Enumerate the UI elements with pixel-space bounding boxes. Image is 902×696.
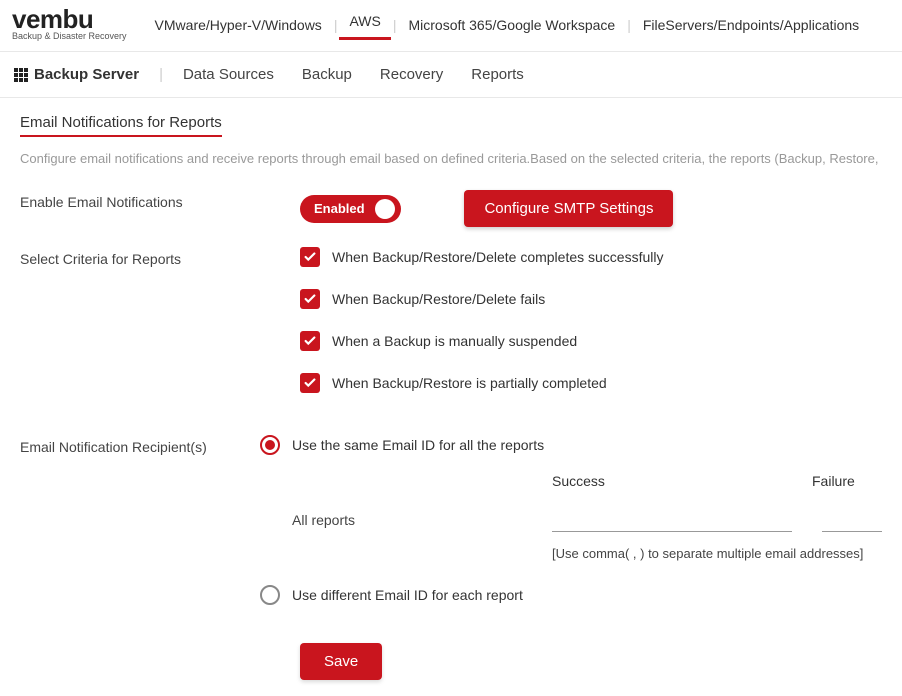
backup-server-label[interactable]: Backup Server xyxy=(14,66,139,83)
criteria-label: When Backup/Restore/Delete fails xyxy=(332,291,545,307)
email-table: Success Failure All reports [Use comma( … xyxy=(292,473,882,561)
enable-toggle[interactable]: Enabled xyxy=(300,195,401,223)
secnav-recovery[interactable]: Recovery xyxy=(366,62,457,87)
criteria-label: When Backup/Restore/Delete completes suc… xyxy=(332,249,663,265)
criteria-list: When Backup/Restore/Delete completes suc… xyxy=(300,247,882,415)
second-bar: Backup Server | Data Sources Backup Reco… xyxy=(0,51,902,98)
topnav-m365[interactable]: Microsoft 365/Google Workspace xyxy=(398,13,625,37)
col-failure: Failure xyxy=(812,473,855,489)
check-icon xyxy=(303,376,317,390)
spacer xyxy=(292,473,552,489)
criteria-label: When a Backup is manually suspended xyxy=(332,333,577,349)
top-nav: VMware/Hyper-V/Windows | AWS | Microsoft… xyxy=(145,9,870,40)
radio-dot xyxy=(265,440,275,450)
email-row-all: All reports xyxy=(292,507,882,532)
configure-smtp-button[interactable]: Configure SMTP Settings xyxy=(464,190,673,227)
save-button[interactable]: Save xyxy=(300,643,382,680)
grid-icon xyxy=(14,68,28,82)
toggle-label: Enabled xyxy=(314,201,365,216)
radio-label: Use the same Email ID for all the report… xyxy=(292,437,544,453)
criteria-success: When Backup/Restore/Delete completes suc… xyxy=(300,247,882,267)
option-diff-email: Use different Email ID for each report xyxy=(260,585,882,605)
checkbox-success[interactable] xyxy=(300,247,320,267)
logo-text: vembu xyxy=(12,8,127,31)
criteria-fails: When Backup/Restore/Delete fails xyxy=(300,289,882,309)
logo: vembu Backup & Disaster Recovery xyxy=(12,8,127,41)
check-icon xyxy=(303,250,317,264)
page-content: Email Notifications for Reports Configur… xyxy=(0,98,902,696)
radio-label: Use different Email ID for each report xyxy=(292,587,523,603)
checkbox-partial[interactable] xyxy=(300,373,320,393)
topnav-fileservers[interactable]: FileServers/Endpoints/Applications xyxy=(633,13,869,37)
criteria-suspended: When a Backup is manually suspended xyxy=(300,331,882,351)
criteria-label: When Backup/Restore is partially complet… xyxy=(332,375,607,391)
checkbox-fails[interactable] xyxy=(300,289,320,309)
criteria-partial: When Backup/Restore is partially complet… xyxy=(300,373,882,393)
option-same-email: Use the same Email ID for all the report… xyxy=(260,435,882,455)
toggle-knob xyxy=(375,199,395,219)
control-recipients: Use the same Email ID for all the report… xyxy=(260,435,882,623)
check-icon xyxy=(303,334,317,348)
topnav-aws[interactable]: AWS xyxy=(339,9,390,40)
separator: | xyxy=(332,17,340,33)
radio-same-email[interactable] xyxy=(260,435,280,455)
radio-diff-email[interactable] xyxy=(260,585,280,605)
label-criteria: Select Criteria for Reports xyxy=(20,247,300,267)
row-recipients: Email Notification Recipient(s) Use the … xyxy=(20,435,882,623)
secnav-reports[interactable]: Reports xyxy=(457,62,538,87)
page-description: Configure email notifications and receiv… xyxy=(20,151,882,166)
input-failure-email[interactable] xyxy=(822,507,882,532)
top-bar: vembu Backup & Disaster Recovery VMware/… xyxy=(0,0,902,51)
control-enable: Enabled Configure SMTP Settings xyxy=(300,190,882,227)
email-hint: [Use comma( , ) to separate multiple ema… xyxy=(552,546,882,561)
email-headers: Success Failure xyxy=(292,473,882,489)
col-success: Success xyxy=(552,473,812,489)
label-enable: Enable Email Notifications xyxy=(20,190,300,210)
row-label-all: All reports xyxy=(292,512,552,528)
secnav-backup[interactable]: Backup xyxy=(288,62,366,87)
topnav-vmware[interactable]: VMware/Hyper-V/Windows xyxy=(145,13,332,37)
label-recipients: Email Notification Recipient(s) xyxy=(20,435,260,455)
row-enable-notifications: Enable Email Notifications Enabled Confi… xyxy=(20,190,882,227)
logo-subtitle: Backup & Disaster Recovery xyxy=(12,31,127,41)
page-title: Email Notifications for Reports xyxy=(20,114,222,137)
separator: | xyxy=(625,17,633,33)
row-criteria: Select Criteria for Reports When Backup/… xyxy=(20,247,882,415)
separator: | xyxy=(153,66,169,83)
input-success-email[interactable] xyxy=(552,507,792,532)
secnav-datasources[interactable]: Data Sources xyxy=(169,62,288,87)
check-icon xyxy=(303,292,317,306)
checkbox-suspended[interactable] xyxy=(300,331,320,351)
separator: | xyxy=(391,17,399,33)
